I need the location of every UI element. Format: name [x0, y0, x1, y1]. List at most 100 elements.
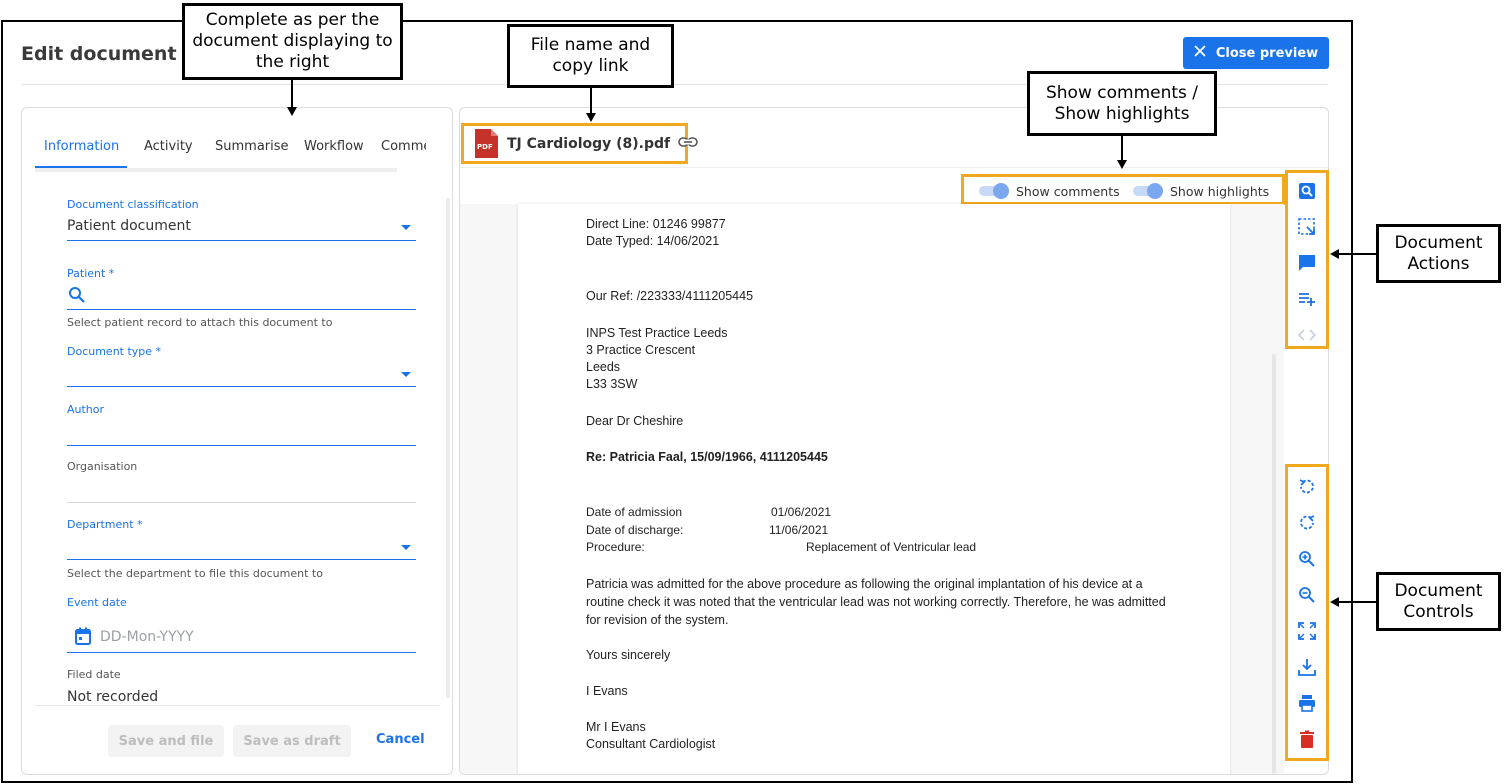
patient-helper-text: Select patient record to attach this doc… — [67, 316, 333, 329]
callout-text: Document Actions — [1394, 232, 1483, 274]
callout-arrowhead — [287, 107, 297, 116]
rotate-right-icon[interactable] — [1297, 513, 1317, 533]
callout-document-actions: Document Actions — [1376, 224, 1501, 283]
file-name: TJ Cardiology (8).pdf — [507, 135, 671, 152]
document-details-panel: Information Activity Summarise Workflow … — [21, 107, 453, 775]
show-comments-toggle[interactable] — [979, 183, 1009, 199]
discharge-value: 11/06/2021 — [769, 523, 829, 537]
show-highlights-toggle[interactable] — [1133, 183, 1163, 199]
callout-file-name: File name and copy link — [507, 24, 674, 88]
select-area-icon[interactable] — [1297, 217, 1317, 237]
admission-value: 01/06/2021 — [771, 505, 832, 519]
document-search-icon[interactable] — [1297, 181, 1317, 201]
scrollbar[interactable] — [1272, 354, 1276, 774]
close-icon — [1194, 45, 1206, 61]
procedure-label: Procedure: — [586, 540, 645, 554]
add-summary-icon[interactable] — [1297, 289, 1317, 309]
letter-date-typed: Date Typed: 14/06/2021 — [586, 234, 720, 248]
fit-screen-icon[interactable] — [1297, 621, 1317, 641]
callout-arrowhead — [1330, 597, 1339, 607]
callout-arrow — [590, 88, 592, 114]
tab-bar: Information Activity Summarise Workflow … — [22, 108, 426, 168]
rotate-left-icon[interactable] — [1297, 477, 1317, 497]
classification-label: Document classification — [67, 198, 199, 211]
save-as-draft-button[interactable]: Save as draft — [233, 725, 351, 757]
footer-divider — [35, 705, 439, 706]
chevron-down-icon[interactable] — [401, 225, 411, 230]
letter-address-line: Leeds — [586, 360, 621, 374]
letter-direct-line: Direct Line: 01246 99877 — [586, 217, 726, 231]
event-date-underline — [67, 652, 416, 653]
callout-arrow — [1338, 601, 1376, 603]
tab-summarise[interactable]: Summarise — [215, 139, 289, 154]
zoom-out-icon[interactable] — [1297, 585, 1317, 605]
pdf-badge-text: PDF — [477, 143, 493, 151]
tab-information[interactable]: Information — [44, 139, 119, 154]
tab-workflow[interactable]: Workflow — [304, 139, 364, 154]
callout-document-controls: Document Controls — [1376, 572, 1501, 631]
department-label: Department * — [67, 518, 143, 531]
tab-activity[interactable]: Activity — [144, 139, 193, 154]
calendar-icon[interactable] — [75, 627, 91, 650]
procedure-value: Replacement of Ventricular lead — [806, 540, 977, 554]
filed-date-value: Not recorded — [67, 689, 159, 705]
print-icon[interactable] — [1297, 693, 1317, 713]
file-header-divider — [460, 167, 1328, 168]
search-icon[interactable] — [68, 286, 86, 309]
document-actions-toolbar — [1285, 170, 1329, 349]
file-name-highlight: PDF TJ Cardiology (8).pdf — [461, 123, 698, 164]
close-preview-button[interactable]: Close preview — [1183, 37, 1329, 69]
scrollbar[interactable] — [446, 198, 450, 698]
author-input[interactable] — [67, 445, 416, 446]
document-preview-panel: PDF TJ Cardiology (8).pdf Show comments … — [459, 107, 1329, 775]
letter-re-line: Re: Patricia Faal, 15/09/1966, 411120544… — [586, 450, 828, 464]
zoom-in-icon[interactable] — [1297, 549, 1317, 569]
organisation-label: Organisation — [67, 460, 138, 473]
code-view-icon[interactable] — [1297, 325, 1317, 345]
copy-link-icon[interactable] — [678, 135, 698, 153]
discharge-label: Date of discharge: — [586, 523, 684, 537]
event-date-input[interactable]: DD-Mon-YYYY — [100, 629, 194, 645]
save-and-file-button[interactable]: Save and file — [108, 725, 224, 757]
callout-show-toggles: Show comments / Show highlights — [1027, 71, 1217, 136]
document-page: Direct Line: 01246 99877 Date Typed: 14/… — [518, 204, 1230, 774]
delete-icon[interactable] — [1297, 729, 1317, 749]
document-controls-toolbar — [1285, 464, 1329, 761]
callout-arrow — [1338, 253, 1376, 255]
filed-date-label: Filed date — [67, 668, 121, 681]
callout-text: Document Controls — [1394, 580, 1483, 622]
callout-text: Show comments / Show highlights — [1045, 82, 1199, 124]
letter-signature: I Evans — [586, 684, 628, 698]
document-type-select[interactable] — [67, 386, 416, 387]
letter-our-ref: Our Ref: /223333/4111205445 — [586, 289, 754, 303]
callout-arrowhead — [1330, 249, 1339, 259]
letter-address-line: INPS Test Practice Leeds — [586, 326, 728, 340]
letter-author-name: Mr I Evans — [586, 720, 646, 734]
document-viewer[interactable]: Direct Line: 01246 99877 Date Typed: 14/… — [460, 204, 1284, 774]
tab-divider — [35, 168, 397, 172]
download-icon[interactable] — [1297, 657, 1317, 677]
close-preview-label: Close preview — [1215, 45, 1319, 61]
letter-salutation: Dear Dr Cheshire — [586, 414, 684, 428]
department-select[interactable] — [67, 559, 416, 560]
callout-arrowhead — [586, 113, 596, 122]
page-title: Edit document — [21, 43, 177, 65]
callout-text: Complete as per the document displaying … — [192, 10, 393, 72]
cancel-button[interactable]: Cancel — [376, 732, 425, 747]
letter-body: Patricia was admitted for the above proc… — [586, 577, 1166, 627]
admission-label: Date of admission — [586, 505, 683, 519]
classification-underline — [67, 240, 416, 241]
organisation-field — [67, 502, 416, 503]
chevron-down-icon[interactable] — [401, 545, 411, 550]
classification-select[interactable]: Patient document — [67, 218, 191, 234]
callout-arrow — [291, 80, 293, 108]
tab-comments[interactable]: Comme — [381, 139, 426, 154]
callout-text: File name and copy link — [530, 35, 651, 76]
event-date-label: Event date — [67, 596, 127, 609]
toggle-highlight: Show comments Show highlights — [961, 174, 1285, 205]
document-type-label: Document type * — [67, 345, 162, 358]
comment-icon[interactable] — [1297, 253, 1317, 273]
letter-closing: Yours sincerely — [586, 648, 671, 662]
chevron-down-icon[interactable] — [401, 372, 411, 377]
patient-search-input[interactable] — [67, 309, 416, 310]
